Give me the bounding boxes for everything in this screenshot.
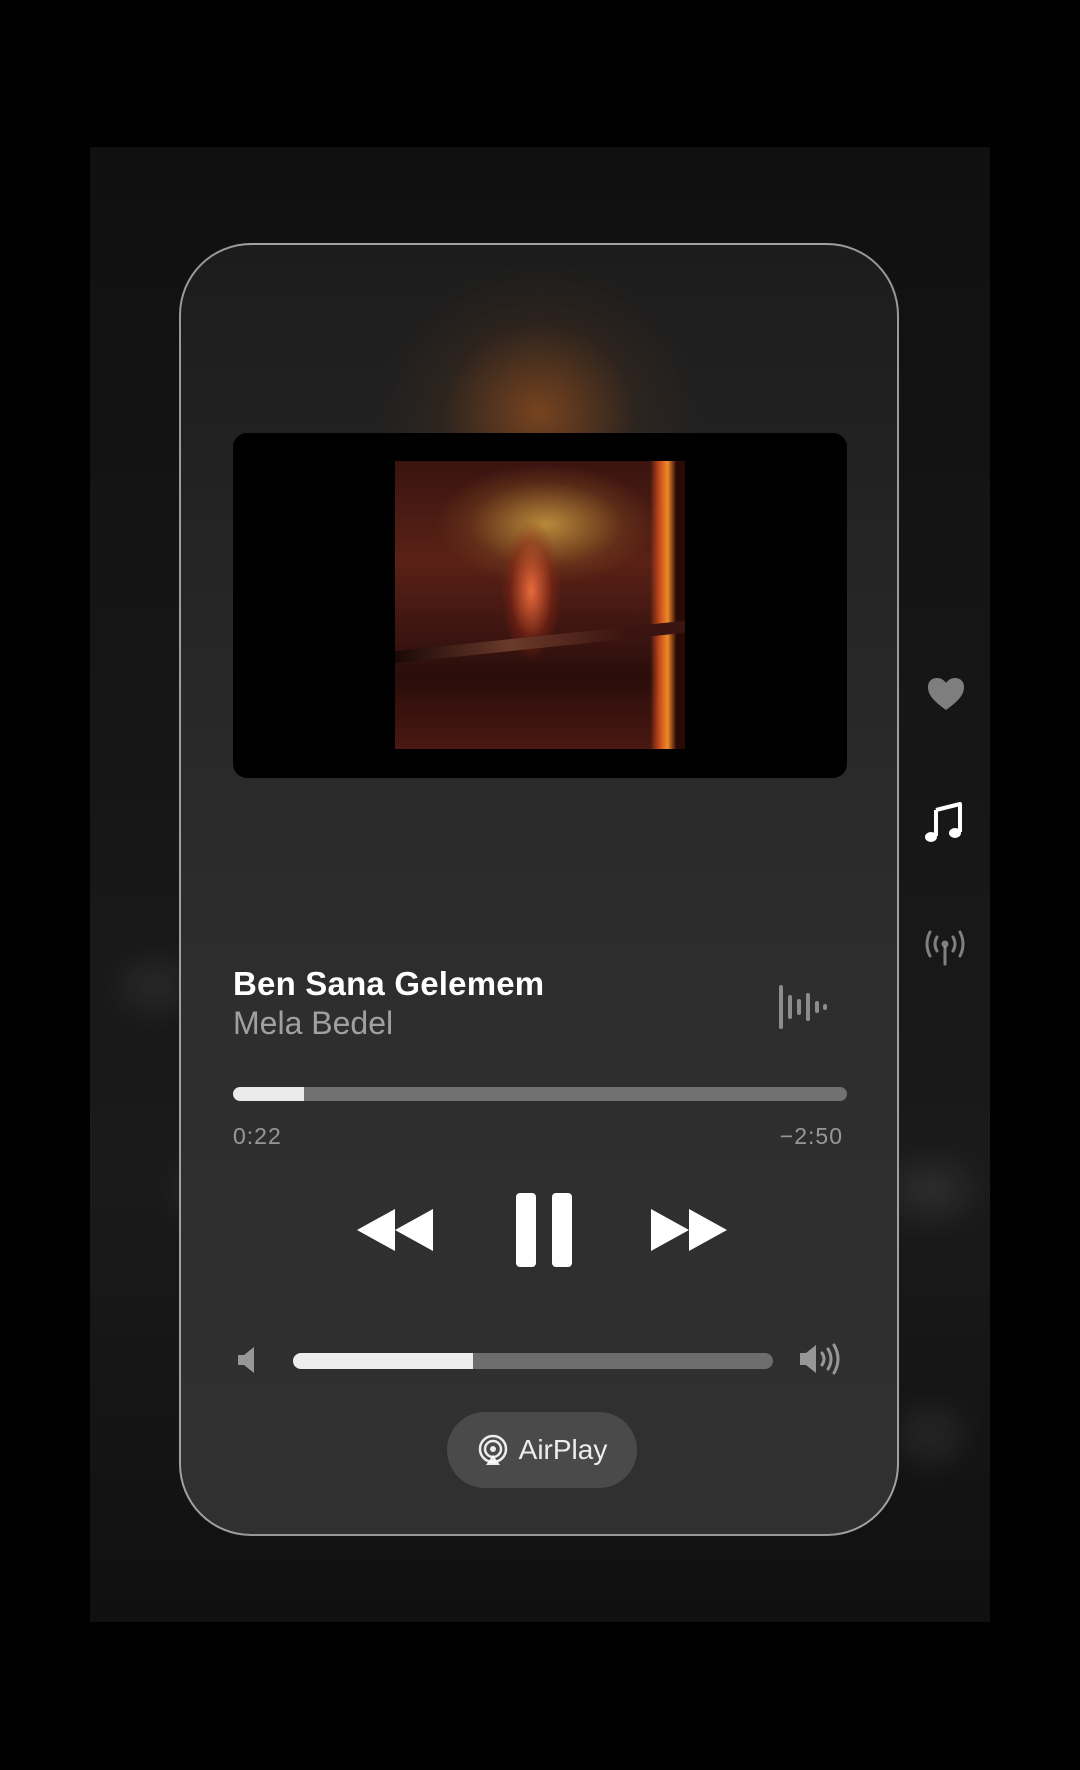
airplay-button[interactable]: AirPlay [447, 1412, 637, 1488]
volume-slider[interactable] [293, 1353, 773, 1369]
waveform-icon[interactable] [777, 983, 829, 1031]
backward-icon[interactable] [353, 1205, 437, 1255]
song-title[interactable]: Ben Sana Gelemem [233, 965, 544, 1003]
background-blur [900, 1410, 960, 1460]
forward-icon[interactable] [647, 1205, 731, 1255]
progress-fill [233, 1087, 304, 1101]
artist-name[interactable]: Mela Bedel [233, 1005, 393, 1042]
broadcast-icon[interactable] [922, 928, 968, 968]
artwork-frame [233, 433, 847, 778]
album-artwork[interactable] [395, 461, 685, 749]
artwork-detail [395, 620, 685, 664]
background-blur [890, 1165, 970, 1215]
airplay-icon [478, 1434, 507, 1465]
heart-icon[interactable] [926, 676, 966, 712]
speaker-low-icon [238, 1347, 254, 1373]
pause-icon[interactable] [514, 1191, 574, 1269]
airplay-label: AirPlay [518, 1434, 608, 1465]
music-note-icon[interactable] [924, 802, 964, 844]
volume-fill [293, 1353, 473, 1369]
speaker-high-icon [800, 1343, 840, 1375]
now-playing-card: Ben Sana Gelemem Mela Bedel 0:22 −2:50 A… [179, 243, 899, 1536]
elapsed-time: 0:22 [233, 1123, 282, 1149]
remaining-time: −2:50 [779, 1123, 843, 1149]
progress-bar[interactable] [233, 1087, 847, 1101]
